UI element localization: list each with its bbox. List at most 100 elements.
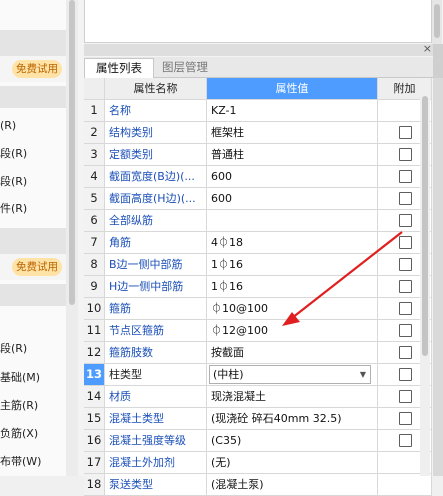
property-value[interactable]: (无)	[207, 452, 378, 474]
row-number: 15	[84, 408, 105, 430]
extra-checkbox[interactable]	[399, 302, 412, 315]
property-value[interactable]: ⏀10@100	[207, 298, 378, 320]
scrollbar-thumb[interactable]	[434, 4, 440, 38]
close-icon[interactable]: ×	[423, 42, 432, 56]
table-row[interactable]: 2 结构类别 框架柱	[84, 122, 432, 144]
header-property-name[interactable]: 属性名称	[105, 78, 207, 100]
extra-checkbox[interactable]	[399, 214, 412, 227]
property-name: 截面宽度(B边)(...	[105, 166, 207, 188]
extra-checkbox[interactable]	[399, 192, 412, 205]
table-row[interactable]: 18 泵送类型 (混凝土泵)	[84, 474, 432, 496]
sidebar-group-header[interactable]	[0, 228, 66, 254]
extra-checkbox[interactable]	[399, 170, 412, 183]
extra-checkbox[interactable]	[399, 126, 412, 139]
property-name: 混凝土类型	[105, 408, 207, 430]
row-number: 10	[84, 298, 105, 320]
property-value[interactable]: ⏀12@100	[207, 320, 378, 342]
property-value[interactable]: (混凝土泵)	[207, 474, 378, 496]
property-name: 截面高度(H边)(...	[105, 188, 207, 210]
property-name: B边一侧中部筋	[105, 254, 207, 276]
sidebar-group-header[interactable]	[0, 284, 66, 306]
top-panel-scrollbar[interactable]	[432, 0, 442, 44]
table-row[interactable]: 10 箍筋 ⏀10@100	[84, 298, 432, 320]
sidebar-item[interactable]: 主筋(R)	[0, 395, 38, 417]
property-value[interactable]: 普通柱	[207, 144, 378, 166]
sidebar-group-row[interactable]: 免费试用	[0, 56, 66, 82]
sidebar-item[interactable]: 段(R)	[0, 143, 27, 165]
scrollbar-thumb[interactable]	[69, 0, 75, 305]
property-name: 角筋	[105, 232, 207, 254]
extra-checkbox[interactable]	[399, 346, 412, 359]
property-value[interactable]: 按截面	[207, 342, 378, 364]
table-row[interactable]: 1 名称 KZ-1	[84, 100, 432, 122]
property-value[interactable]: 4⏀18	[207, 232, 378, 254]
property-value[interactable]: 现浇混凝土	[207, 386, 378, 408]
table-row[interactable]: 3 定额类别 普通柱	[84, 144, 432, 166]
property-value[interactable]: (C35)	[207, 430, 378, 452]
sidebar-item[interactable]: 段(R)	[0, 338, 27, 360]
sidebar-item[interactable]: (R)	[0, 115, 16, 137]
table-row[interactable]: 17 混凝土外加剂 (无)	[84, 452, 432, 474]
property-name: 混凝土外加剂	[105, 452, 207, 474]
property-value[interactable]: KZ-1	[207, 100, 378, 122]
property-value[interactable]: 600	[207, 166, 378, 188]
table-row[interactable]: 16 混凝土强度等级 (C35)	[84, 430, 432, 452]
table-row[interactable]: 6 全部纵筋	[84, 210, 432, 232]
property-value[interactable]: 600	[207, 188, 378, 210]
extra-checkbox[interactable]	[399, 236, 412, 249]
table-row[interactable]: 7 角筋 4⏀18	[84, 232, 432, 254]
property-name: 混凝土强度等级	[105, 430, 207, 452]
extra-checkbox[interactable]	[399, 434, 412, 447]
sidebar-scrollbar[interactable]	[66, 0, 78, 476]
grid-scrollbar[interactable]	[420, 78, 430, 476]
sidebar-item[interactable]: 段(R)	[0, 171, 27, 193]
scrollbar-thumb[interactable]	[422, 96, 428, 356]
row-number: 7	[84, 232, 105, 254]
column-type-dropdown[interactable]: (中柱) ▼	[209, 365, 371, 384]
panel-header-bar: ×	[84, 42, 436, 56]
sidebar-item[interactable]: 布带(W)	[0, 451, 41, 473]
table-row[interactable]: 9 H边一侧中部筋 1⏀16	[84, 276, 432, 298]
extra-checkbox[interactable]	[399, 148, 412, 161]
table-row[interactable]: 14 材质 现浇混凝土	[84, 386, 432, 408]
row-number: 2	[84, 122, 105, 144]
chevron-down-icon[interactable]: ▼	[360, 366, 366, 383]
extra-checkbox[interactable]	[399, 390, 412, 403]
free-trial-badge[interactable]: 免费试用	[12, 60, 62, 78]
extra-checkbox[interactable]	[399, 324, 412, 337]
property-name: 节点区箍筋	[105, 320, 207, 342]
property-value[interactable]	[207, 210, 378, 232]
header-row-number	[84, 78, 105, 100]
extra-checkbox[interactable]	[399, 412, 412, 425]
table-row[interactable]: 15 混凝土类型 (现浇砼 碎石40mm 32.5)	[84, 408, 432, 430]
property-value[interactable]: (中柱) ▼	[207, 364, 378, 386]
table-row[interactable]: 11 节点区箍筋 ⏀12@100	[84, 320, 432, 342]
row-number: 17	[84, 452, 105, 474]
property-value[interactable]: 1⏀16	[207, 254, 378, 276]
extra-checkbox[interactable]	[399, 258, 412, 271]
header-property-value[interactable]: 属性值	[207, 78, 378, 100]
table-row[interactable]: 13 柱类型 (中柱) ▼	[84, 364, 432, 386]
property-value[interactable]: (现浇砼 碎石40mm 32.5)	[207, 408, 378, 430]
table-row[interactable]: 4 截面宽度(B边)(... 600	[84, 166, 432, 188]
property-name: 泵送类型	[105, 474, 207, 496]
sidebar-group-row[interactable]: 免费试用	[0, 254, 66, 280]
row-number: 18	[84, 474, 105, 496]
property-value[interactable]: 1⏀16	[207, 276, 378, 298]
tab-layer-management[interactable]: 图层管理	[150, 58, 220, 77]
extra-checkbox[interactable]	[399, 280, 412, 293]
extra-checkbox[interactable]	[399, 368, 412, 381]
sidebar-group-header[interactable]	[0, 86, 66, 108]
row-number: 14	[84, 386, 105, 408]
tab-property-list[interactable]: 属性列表	[84, 58, 154, 78]
property-value[interactable]: 框架柱	[207, 122, 378, 144]
free-trial-badge[interactable]: 免费试用	[12, 258, 62, 276]
row-number: 8	[84, 254, 105, 276]
table-row[interactable]: 12 箍筋肢数 按截面	[84, 342, 432, 364]
sidebar-item[interactable]: 件(R)	[0, 198, 27, 220]
sidebar-item[interactable]: 基础(M)	[0, 367, 40, 389]
table-row[interactable]: 8 B边一侧中部筋 1⏀16	[84, 254, 432, 276]
table-row[interactable]: 5 截面高度(H边)(... 600	[84, 188, 432, 210]
sidebar-item[interactable]: 负筋(X)	[0, 423, 38, 445]
sidebar-group-header[interactable]	[0, 30, 66, 56]
